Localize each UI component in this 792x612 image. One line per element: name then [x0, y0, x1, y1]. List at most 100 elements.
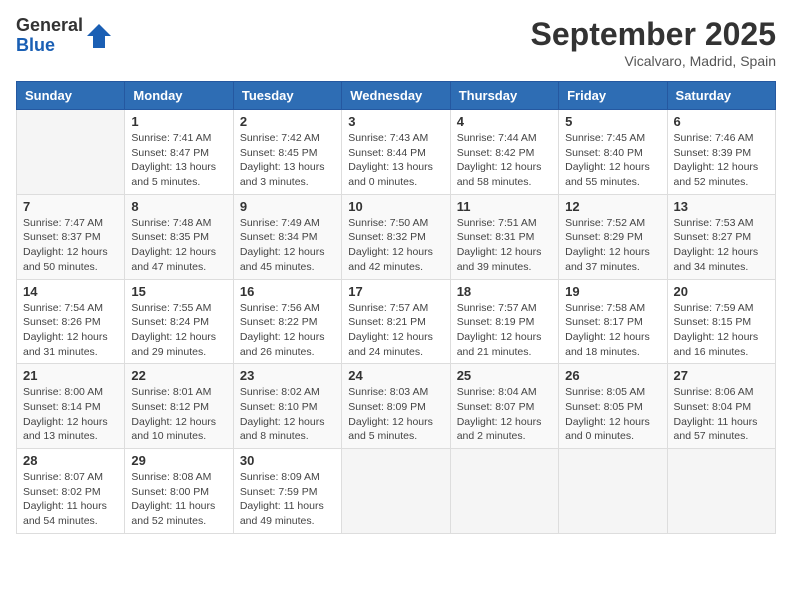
- day-info: Sunrise: 7:51 AMSunset: 8:31 PMDaylight:…: [457, 216, 552, 275]
- day-info: Sunrise: 7:58 AMSunset: 8:17 PMDaylight:…: [565, 301, 660, 360]
- day-number: 9: [240, 199, 335, 214]
- day-number: 10: [348, 199, 443, 214]
- day-header-sunday: Sunday: [17, 82, 125, 110]
- location: Vicalvaro, Madrid, Spain: [531, 53, 776, 69]
- day-number: 7: [23, 199, 118, 214]
- day-info: Sunrise: 7:42 AMSunset: 8:45 PMDaylight:…: [240, 131, 335, 190]
- calendar-cell: 10 Sunrise: 7:50 AMSunset: 8:32 PMDayligh…: [342, 194, 450, 279]
- day-number: 19: [565, 284, 660, 299]
- calendar-cell: [450, 449, 558, 534]
- calendar-cell: 12 Sunrise: 7:52 AMSunset: 8:29 PMDayligh…: [559, 194, 667, 279]
- logo-text: General Blue: [16, 16, 83, 56]
- calendar-cell: [342, 449, 450, 534]
- calendar-cell: 26 Sunrise: 8:05 AMSunset: 8:05 PMDayligh…: [559, 364, 667, 449]
- calendar-cell: 1 Sunrise: 7:41 AMSunset: 8:47 PMDaylight…: [125, 110, 233, 195]
- calendar-cell: [17, 110, 125, 195]
- month-title: September 2025: [531, 16, 776, 53]
- day-info: Sunrise: 7:47 AMSunset: 8:37 PMDaylight:…: [23, 216, 118, 275]
- day-header-wednesday: Wednesday: [342, 82, 450, 110]
- day-info: Sunrise: 7:49 AMSunset: 8:34 PMDaylight:…: [240, 216, 335, 275]
- calendar-cell: 18 Sunrise: 7:57 AMSunset: 8:19 PMDayligh…: [450, 279, 558, 364]
- day-number: 12: [565, 199, 660, 214]
- logo-general: General: [16, 16, 83, 36]
- day-number: 24: [348, 368, 443, 383]
- calendar-cell: [559, 449, 667, 534]
- day-info: Sunrise: 8:05 AMSunset: 8:05 PMDaylight:…: [565, 385, 660, 444]
- calendar-body: 1 Sunrise: 7:41 AMSunset: 8:47 PMDaylight…: [17, 110, 776, 534]
- day-header-friday: Friday: [559, 82, 667, 110]
- day-number: 26: [565, 368, 660, 383]
- day-number: 1: [131, 114, 226, 129]
- calendar-cell: 25 Sunrise: 8:04 AMSunset: 8:07 PMDayligh…: [450, 364, 558, 449]
- calendar-cell: 5Sunrise: 7:45 AMSunset: 8:40 PMDaylight…: [559, 110, 667, 195]
- day-info: Sunrise: 7:59 AMSunset: 8:15 PMDaylight:…: [674, 301, 769, 360]
- day-info: Sunrise: 8:00 AMSunset: 8:14 PMDaylight:…: [23, 385, 118, 444]
- calendar-cell: 4 Sunrise: 7:44 AMSunset: 8:42 PMDaylight…: [450, 110, 558, 195]
- day-info: Sunrise: 7:43 AMSunset: 8:44 PMDaylight:…: [348, 131, 443, 190]
- logo-blue: Blue: [16, 36, 83, 56]
- day-info: Sunrise: 7:53 AMSunset: 8:27 PMDaylight:…: [674, 216, 769, 275]
- calendar-cell: 20 Sunrise: 7:59 AMSunset: 8:15 PMDayligh…: [667, 279, 775, 364]
- day-number: 20: [674, 284, 769, 299]
- calendar-week-2: 7 Sunrise: 7:47 AMSunset: 8:37 PMDaylight…: [17, 194, 776, 279]
- calendar-cell: 16 Sunrise: 7:56 AMSunset: 8:22 PMDayligh…: [233, 279, 341, 364]
- day-number: 15: [131, 284, 226, 299]
- day-number: 16: [240, 284, 335, 299]
- calendar-cell: 2 Sunrise: 7:42 AMSunset: 8:45 PMDaylight…: [233, 110, 341, 195]
- day-number: 6: [674, 114, 769, 129]
- day-info: Sunrise: 7:57 AMSunset: 8:19 PMDaylight:…: [457, 301, 552, 360]
- calendar-week-1: 1 Sunrise: 7:41 AMSunset: 8:47 PMDaylight…: [17, 110, 776, 195]
- day-number: 22: [131, 368, 226, 383]
- calendar-cell: 9 Sunrise: 7:49 AMSunset: 8:34 PMDaylight…: [233, 194, 341, 279]
- title-block: September 2025 Vicalvaro, Madrid, Spain: [531, 16, 776, 69]
- day-number: 3: [348, 114, 443, 129]
- day-number: 4: [457, 114, 552, 129]
- day-number: 13: [674, 199, 769, 214]
- calendar-cell: 3 Sunrise: 7:43 AMSunset: 8:44 PMDaylight…: [342, 110, 450, 195]
- day-number: 25: [457, 368, 552, 383]
- calendar-cell: 8Sunrise: 7:48 AMSunset: 8:35 PMDaylight…: [125, 194, 233, 279]
- day-info: Sunrise: 8:08 AMSunset: 8:00 PMDaylight:…: [131, 470, 226, 529]
- day-info: Sunrise: 7:54 AMSunset: 8:26 PMDaylight:…: [23, 301, 118, 360]
- day-info: Sunrise: 8:07 AMSunset: 8:02 PMDaylight:…: [23, 470, 118, 529]
- calendar-cell: 29Sunrise: 8:08 AMSunset: 8:00 PMDayligh…: [125, 449, 233, 534]
- logo: General Blue: [16, 16, 113, 56]
- day-number: 17: [348, 284, 443, 299]
- day-info: Sunrise: 8:04 AMSunset: 8:07 PMDaylight:…: [457, 385, 552, 444]
- calendar-cell: 14 Sunrise: 7:54 AMSunset: 8:26 PMDayligh…: [17, 279, 125, 364]
- day-number: 2: [240, 114, 335, 129]
- day-info: Sunrise: 7:41 AMSunset: 8:47 PMDaylight:…: [131, 131, 226, 190]
- day-info: Sunrise: 7:50 AMSunset: 8:32 PMDaylight:…: [348, 216, 443, 275]
- day-info: Sunrise: 8:06 AMSunset: 8:04 PMDaylight:…: [674, 385, 769, 444]
- logo-icon: [85, 22, 113, 50]
- calendar-cell: 22Sunrise: 8:01 AMSunset: 8:12 PMDayligh…: [125, 364, 233, 449]
- day-number: 18: [457, 284, 552, 299]
- page-header: General Blue September 2025 Vicalvaro, M…: [16, 16, 776, 69]
- calendar-cell: 24 Sunrise: 8:03 AMSunset: 8:09 PMDayligh…: [342, 364, 450, 449]
- day-header-saturday: Saturday: [667, 82, 775, 110]
- day-header-monday: Monday: [125, 82, 233, 110]
- calendar-cell: 19 Sunrise: 7:58 AMSunset: 8:17 PMDayligh…: [559, 279, 667, 364]
- day-info: Sunrise: 7:57 AMSunset: 8:21 PMDaylight:…: [348, 301, 443, 360]
- day-info: Sunrise: 7:48 AMSunset: 8:35 PMDaylight:…: [131, 216, 226, 275]
- day-header-tuesday: Tuesday: [233, 82, 341, 110]
- calendar-week-4: 21 Sunrise: 8:00 AMSunset: 8:14 PMDayligh…: [17, 364, 776, 449]
- day-info: Sunrise: 8:03 AMSunset: 8:09 PMDaylight:…: [348, 385, 443, 444]
- day-header-thursday: Thursday: [450, 82, 558, 110]
- calendar-cell: 21 Sunrise: 8:00 AMSunset: 8:14 PMDayligh…: [17, 364, 125, 449]
- day-info: Sunrise: 7:52 AMSunset: 8:29 PMDaylight:…: [565, 216, 660, 275]
- calendar-cell: 30Sunrise: 8:09 AMSunset: 7:59 PMDayligh…: [233, 449, 341, 534]
- day-info: Sunrise: 7:55 AMSunset: 8:24 PMDaylight:…: [131, 301, 226, 360]
- day-number: 5: [565, 114, 660, 129]
- calendar-week-5: 28Sunrise: 8:07 AMSunset: 8:02 PMDayligh…: [17, 449, 776, 534]
- day-info: Sunrise: 7:56 AMSunset: 8:22 PMDaylight:…: [240, 301, 335, 360]
- calendar-header: SundayMondayTuesdayWednesdayThursdayFrid…: [17, 82, 776, 110]
- calendar-cell: 13 Sunrise: 7:53 AMSunset: 8:27 PMDayligh…: [667, 194, 775, 279]
- day-number: 11: [457, 199, 552, 214]
- calendar-table: SundayMondayTuesdayWednesdayThursdayFrid…: [16, 81, 776, 534]
- day-info: Sunrise: 7:44 AMSunset: 8:42 PMDaylight:…: [457, 131, 552, 190]
- calendar-cell: 17 Sunrise: 7:57 AMSunset: 8:21 PMDayligh…: [342, 279, 450, 364]
- calendar-cell: 15 Sunrise: 7:55 AMSunset: 8:24 PMDayligh…: [125, 279, 233, 364]
- day-number: 21: [23, 368, 118, 383]
- day-number: 14: [23, 284, 118, 299]
